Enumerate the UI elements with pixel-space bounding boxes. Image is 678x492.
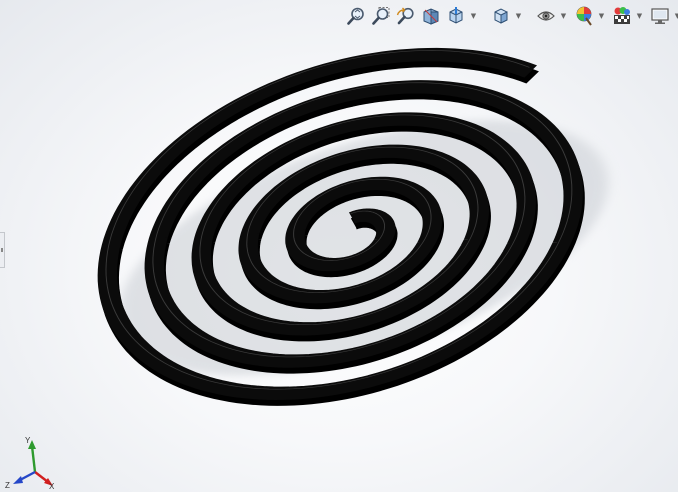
triad-x-label: X: [49, 482, 55, 490]
triad-z-arrowhead: [13, 476, 23, 484]
triad-y-label: Y: [25, 436, 31, 445]
graphics-viewport[interactable]: ▼ ▼ ▼ ▼ ▼ ▼ Y X Z: [0, 0, 678, 492]
reference-triad: Y X Z: [5, 436, 55, 490]
triad-z-label: Z: [5, 481, 10, 490]
triad-y-axis: [30, 445, 37, 473]
spiral-spring-model[interactable]: [0, 0, 678, 492]
triad-z-axis: [19, 470, 36, 482]
